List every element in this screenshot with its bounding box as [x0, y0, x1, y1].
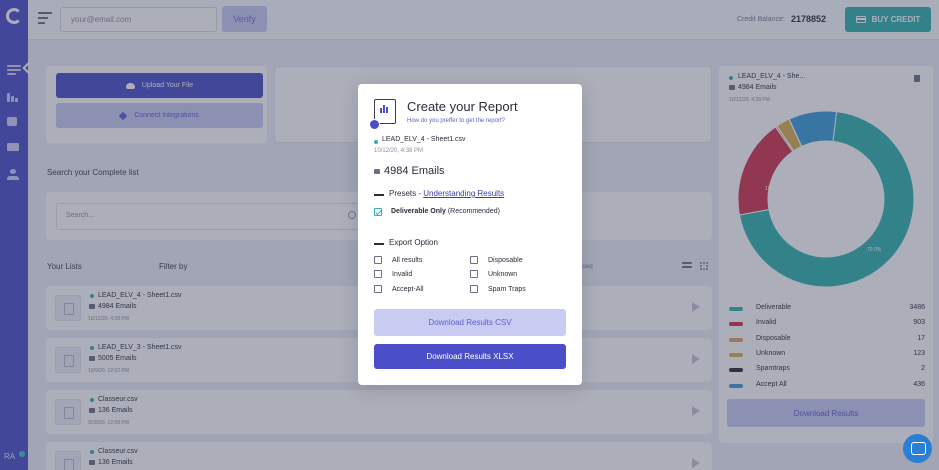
accept-all-label[interactable]: Accept-All: [392, 286, 424, 293]
download-csv-button[interactable]: Download Results CSV: [374, 309, 566, 336]
spam-traps-checkbox[interactable]: [470, 285, 478, 293]
create-report-modal: Create your Report How do you preffer to…: [358, 84, 582, 385]
report-icon: [369, 99, 396, 130]
all-results-label[interactable]: All results: [392, 257, 422, 264]
all-results-checkbox[interactable]: [374, 256, 382, 264]
unknown-checkbox[interactable]: [470, 270, 478, 278]
modal-subtitle: How do you preffer to get the report?: [407, 118, 505, 124]
chat-support-icon[interactable]: [903, 434, 932, 463]
section-dash: [374, 243, 384, 245]
modal-emails: 4984 Emails: [384, 165, 445, 177]
deliverable-only-option[interactable]: Deliverable Only (Recommended): [391, 208, 500, 215]
invalid-label[interactable]: Invalid: [392, 271, 412, 278]
unknown-label[interactable]: Unknown: [488, 271, 517, 278]
disposable-label[interactable]: Disposable: [488, 257, 523, 264]
modal-file-name: LEAD_ELV_4 - Sheet1.csv: [382, 136, 466, 143]
deliverable-only-label: Deliverable Only: [391, 208, 446, 215]
presets-label: Presets -: [389, 189, 424, 198]
modal-title: Create your Report: [407, 99, 518, 114]
spam-traps-label[interactable]: Spam Traps: [488, 286, 526, 293]
status-dot: [374, 140, 378, 144]
disposable-checkbox[interactable]: [470, 256, 478, 264]
accept-all-checkbox[interactable]: [374, 285, 382, 293]
mail-icon: [374, 169, 380, 174]
download-xlsx-button[interactable]: Download Results XLSX: [374, 344, 566, 369]
understanding-results-link[interactable]: Understanding Results: [423, 189, 504, 198]
recommended-label: (Recommended): [447, 208, 500, 215]
invalid-checkbox[interactable]: [374, 270, 382, 278]
deliverable-only-checkbox[interactable]: [374, 208, 382, 216]
export-option-heading: Export Option: [389, 238, 438, 247]
modal-file-date: 10/12/20, 4:38 PM: [374, 148, 424, 154]
section-dash: [374, 194, 384, 196]
presets-heading: Presets - Understanding Results: [389, 189, 504, 198]
